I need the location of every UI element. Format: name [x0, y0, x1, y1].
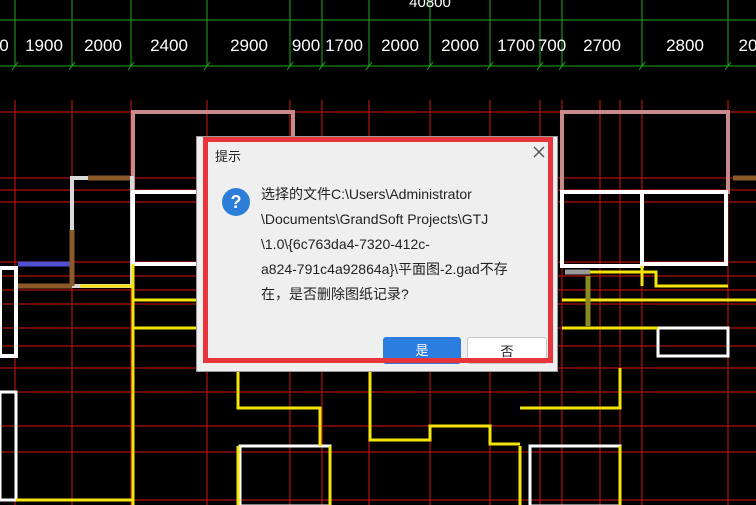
- dimension-label: 0: [0, 36, 9, 55]
- dimension-label: 2000: [84, 36, 122, 55]
- dimension-label: 2900: [230, 36, 268, 55]
- message-line: \1.0\{6c763da4-7320-412c-: [261, 236, 430, 252]
- dimension-label: 2800: [666, 36, 704, 55]
- total-dimension-label: 40800: [409, 0, 451, 11]
- message-line: 在，是否删除图纸记录?: [261, 286, 409, 302]
- dimension-label: 1900: [25, 36, 63, 55]
- message-line: 选择的文件C:\Users\Administrator: [261, 186, 472, 202]
- dimension-grid: [0, 0, 756, 67]
- dimension-label: 2700: [583, 36, 621, 55]
- question-icon: ?: [222, 188, 250, 216]
- dialog-title: 提示: [215, 149, 242, 164]
- dimension-label: 2400: [150, 36, 188, 55]
- yes-button[interactable]: 是: [383, 337, 461, 364]
- dimension-label: 900: [292, 36, 320, 55]
- confirm-dialog[interactable]: 提示 ? 选择的文件C:\Users\Administrator \Docume…: [196, 136, 558, 372]
- dialog-message: 选择的文件C:\Users\Administrator \Documents\G…: [261, 184, 531, 309]
- close-icon[interactable]: [531, 144, 547, 160]
- message-line: a824-791c4a92864a}\平面图-2.gad不存: [261, 261, 508, 277]
- dimension-label: 700: [538, 36, 566, 55]
- dimension-label: 2000: [381, 36, 419, 55]
- message-line: \Documents\GrandSoft Projects\GTJ: [261, 211, 489, 227]
- dimension-label: 1700: [325, 36, 363, 55]
- dimension-label: 2000: [441, 36, 479, 55]
- no-button[interactable]: 否: [467, 337, 547, 364]
- dimension-label: 1700: [497, 36, 535, 55]
- dimension-labels: 0 1900 2000 2400 2900 900 1700 2000 2000…: [0, 36, 756, 55]
- dimension-label: 20: [739, 36, 756, 55]
